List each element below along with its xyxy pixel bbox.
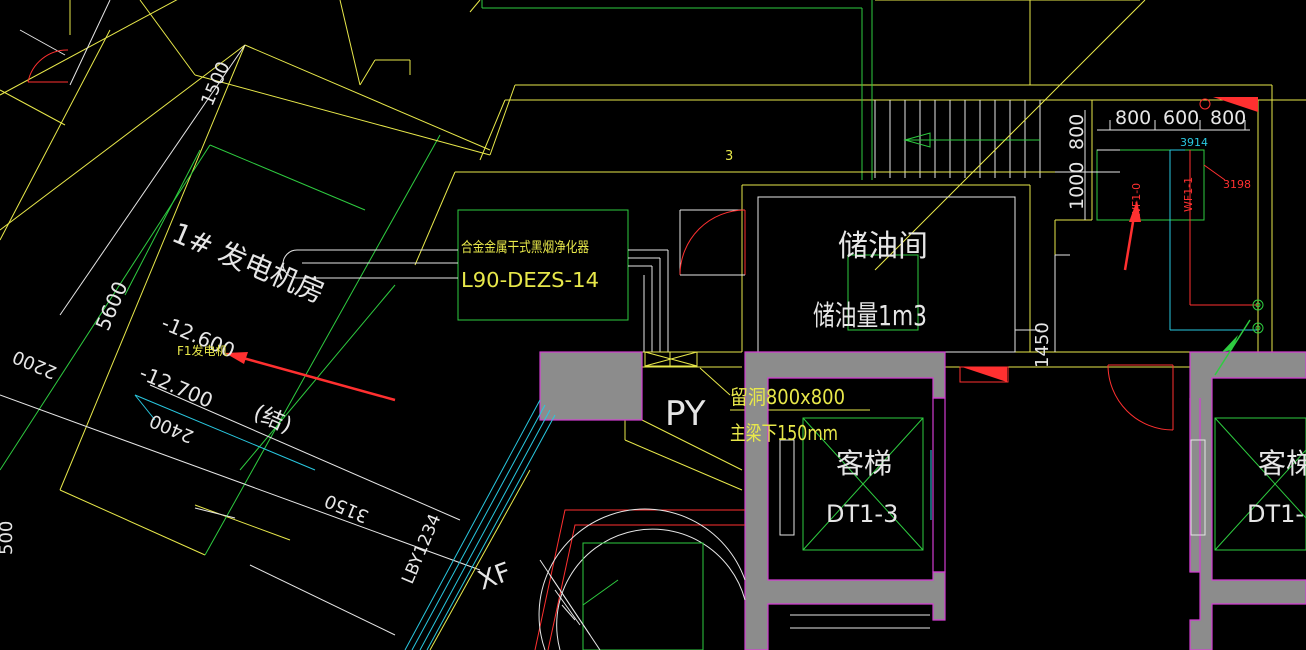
dim-1000-vertical: 1000 (1066, 162, 1088, 210)
dim-2200: 2200 (10, 345, 60, 382)
py-label: PY (665, 394, 706, 434)
purifier-name: 合金金属干式黑烟净化器 (461, 240, 589, 256)
value-3914: 3914 (1180, 136, 1208, 149)
wf1-0-tag: WF1-0 (1130, 183, 1143, 218)
purifier-model: L90-DEZS-14 (461, 268, 599, 292)
oil-room-name: 储油间 (838, 229, 928, 264)
beam-code: LBY1234 (398, 511, 445, 587)
dim-left-edge: 500 (0, 521, 17, 555)
dim-2400: 2400 (147, 409, 197, 446)
dim-800-a: 800 (1115, 107, 1151, 129)
xf-label: XF (474, 557, 515, 596)
f1-generator-tag: F1发电机 (177, 343, 228, 358)
building-outline-top (69, 0, 1306, 352)
elevator-1-label: 客梯 (836, 447, 892, 480)
value-3198: 3198 (1223, 178, 1251, 191)
leader-arrows (225, 200, 1251, 402)
dim-800-vertical: 800 (1066, 114, 1088, 150)
dim-600: 600 (1163, 107, 1199, 129)
room-number: 3 (725, 149, 733, 164)
dim-800-b: 800 (1210, 107, 1246, 129)
dim-1450-vertical: 1450 (1032, 322, 1053, 368)
elevator-1-id: DT1-3 (826, 500, 898, 528)
cad-drawing-canvas[interactable]: 1# 发电机房 -12.600 -12.700 (结) F1发电机 1500 5… (0, 0, 1306, 650)
lower-stair-ramp (404, 399, 746, 650)
dim-5600: 5600 (91, 278, 133, 334)
elevator-2-label: 客梯 (1258, 447, 1306, 480)
wf1-1-tag: WF1-1 (1182, 177, 1195, 212)
opening-size: 留洞800x800 (730, 385, 845, 409)
elevation-lower: -12.700 (136, 361, 216, 413)
opening-note: 主梁下150mm (730, 421, 838, 445)
oil-capacity: 储油量1m3 (813, 299, 927, 332)
elevator-2-id: DT1-6 (1247, 500, 1306, 528)
